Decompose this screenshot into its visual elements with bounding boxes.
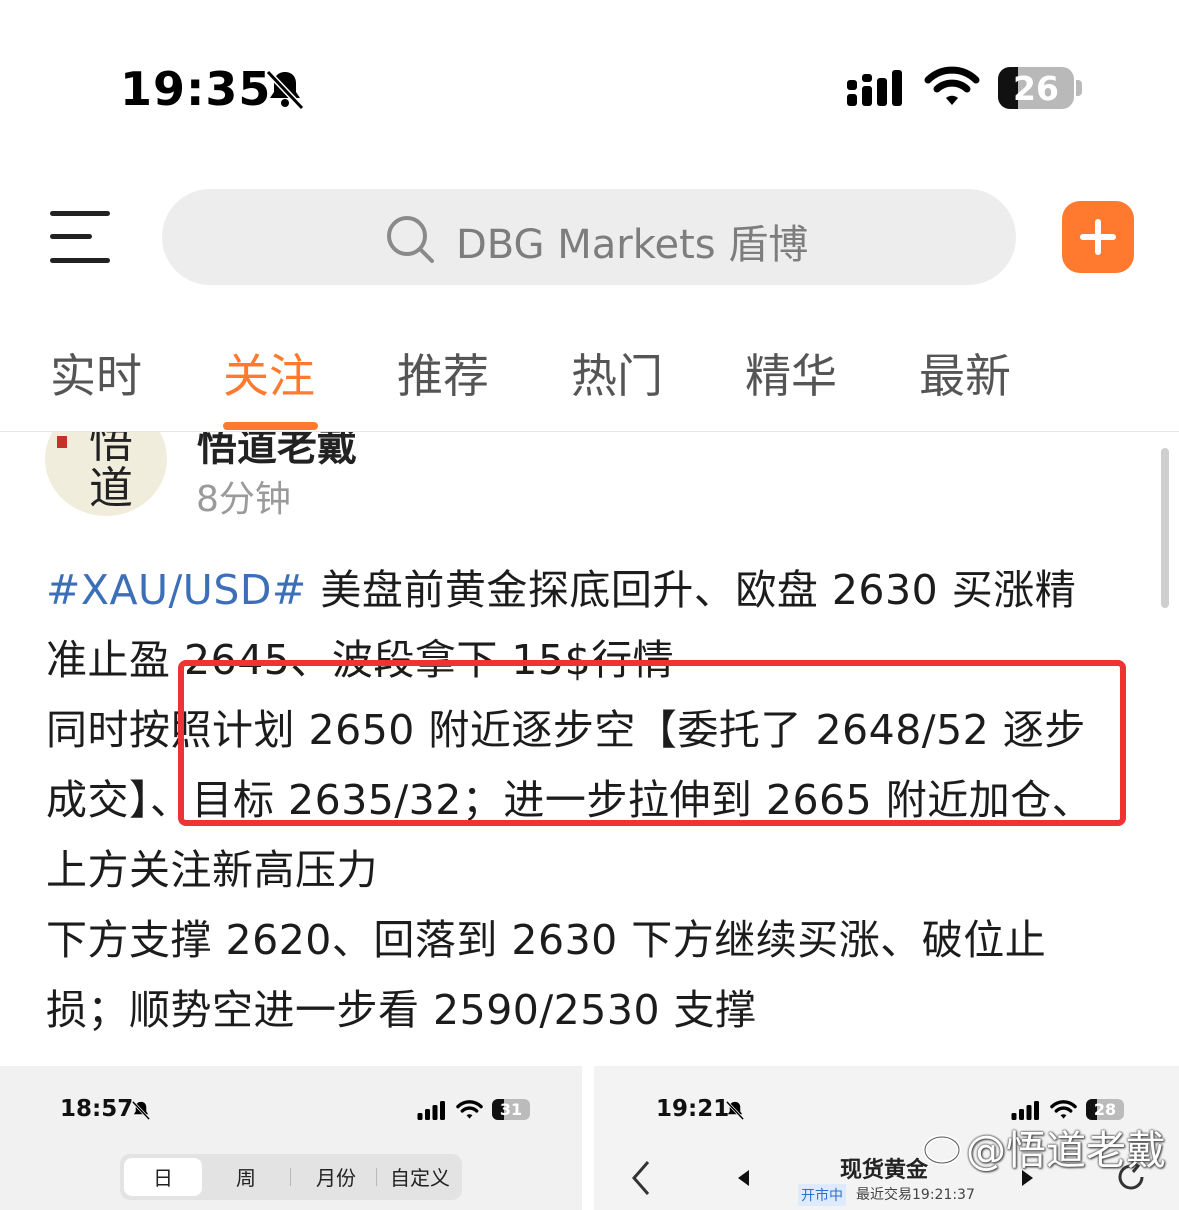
scrollbar[interactable] <box>1161 448 1169 608</box>
battery-percent: 28 <box>1093 1100 1117 1119</box>
battery-tip <box>1076 80 1082 96</box>
last-trade-time: 最近交易19:21:37 <box>856 1187 975 1203</box>
image2-status-time: 19:21 <box>656 1096 730 1122</box>
post-line-7: 损；顺势空进一步看 2590/2530 支撑 <box>46 986 757 1034</box>
bell-muted-icon <box>131 1100 151 1121</box>
plus-icon <box>1080 219 1116 255</box>
period-segmented-control: 日 周 月份 自定义 <box>120 1154 462 1200</box>
avatar[interactable]: 书 悟道 <box>45 432 167 516</box>
segment-month[interactable]: 月份 <box>316 1162 356 1191</box>
red-highlight-box <box>178 660 1126 826</box>
image1-status-time: 18:57 <box>60 1096 134 1122</box>
battery-indicator: 31 <box>492 1099 530 1120</box>
cellular-signal-icon <box>847 70 902 106</box>
post-header: 书 悟道 悟道老戴 <box>0 432 1179 532</box>
segment-divider <box>290 1168 291 1186</box>
watermark-text: @悟道老戴 <box>966 1128 1166 1174</box>
battery-percent: 26 <box>1013 69 1059 108</box>
tab-recommended[interactable]: 推荐 <box>397 340 489 406</box>
segment-day[interactable]: 日 <box>124 1158 202 1196</box>
quote-title: 现货黄金 <box>840 1158 929 1183</box>
previous-arrow-icon[interactable] <box>738 1170 749 1186</box>
menu-icon[interactable] <box>50 209 112 265</box>
tab-hot[interactable]: 热门 <box>571 340 663 406</box>
status-time: 19:35 <box>120 62 272 116</box>
tab-featured[interactable]: 精华 <box>745 340 837 406</box>
wifi-icon <box>924 66 980 105</box>
wifi-icon <box>456 1100 483 1119</box>
market-open-badge: 开市中 <box>798 1184 846 1206</box>
author-name[interactable]: 悟道老戴 <box>197 432 357 472</box>
bell-muted-icon <box>725 1100 745 1121</box>
post-image-2[interactable]: 19:21 28 现货黄金 开市中 最近交易19:21:37 @悟道老戴 <box>594 1066 1179 1210</box>
avatar-seal <box>57 436 67 448</box>
post-line-6: 下方支撑 2620、回落到 2630 下方继续买涨、破位止 <box>46 916 1047 964</box>
post-image-1[interactable]: 18:57 31 日 周 月份 自定义 <box>0 1066 582 1210</box>
segment-custom[interactable]: 自定义 <box>390 1162 450 1191</box>
battery-percent: 31 <box>499 1100 523 1119</box>
cellular-signal-icon <box>417 1101 445 1120</box>
bell-muted-icon <box>265 69 305 111</box>
weibo-watermark-icon <box>923 1135 961 1165</box>
post-line-1: #XAU/USD# 美盘前黄金探底回升、欧盘 2630 买涨精 <box>46 556 1076 616</box>
add-post-button[interactable] <box>1062 201 1134 273</box>
segment-week[interactable]: 周 <box>236 1162 256 1191</box>
post-time: 8分钟 <box>196 479 291 520</box>
tab-latest[interactable]: 最新 <box>919 340 1011 406</box>
active-tab-indicator <box>223 422 318 430</box>
hashtag-link[interactable]: #XAU/USD# <box>46 566 307 614</box>
battery-indicator: 28 <box>1086 1099 1124 1120</box>
post-text-1: 美盘前黄金探底回升、欧盘 2630 买涨精 <box>306 566 1077 614</box>
post-line-5: 上方关注新高压力 <box>46 846 378 894</box>
tab-realtime[interactable]: 实时 <box>50 340 142 406</box>
search-placeholder[interactable]: DBG Markets 盾博 <box>456 212 808 270</box>
tab-following[interactable]: 关注 <box>223 340 315 406</box>
search-icon <box>387 216 434 263</box>
back-chevron-icon[interactable] <box>630 1160 652 1196</box>
avatar-calligraphy: 悟道 <box>89 432 133 514</box>
segment-divider <box>376 1168 377 1186</box>
battery-indicator: 26 <box>998 67 1074 109</box>
